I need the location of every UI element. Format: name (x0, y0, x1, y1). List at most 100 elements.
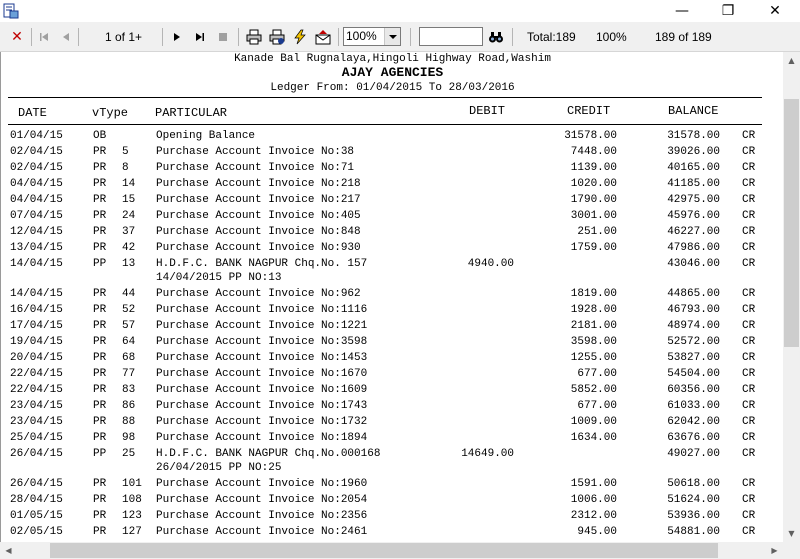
scroll-right-icon[interactable]: ▶ (766, 542, 783, 559)
column-header-debit: DEBIT (469, 104, 506, 118)
close-icon: ✕ (769, 3, 781, 19)
row-voucher-no: 14 (122, 178, 136, 190)
print-setup-button[interactable] (266, 26, 288, 48)
row-date: 23/04/15 (10, 400, 63, 412)
row-dr-cr: CR (742, 242, 756, 254)
row-dr-cr: CR (742, 432, 756, 444)
row-dr-cr: CR (742, 416, 756, 428)
row-dr-cr: CR (742, 510, 756, 522)
company-name: AJAY AGENCIES (341, 65, 444, 80)
row-date: 19/04/15 (10, 336, 63, 348)
row-particular: Purchase Account Invoice No:930 (156, 242, 361, 254)
row-balance: 48974.00 (667, 320, 720, 332)
row-vtype: PP (93, 258, 107, 270)
previous-page-icon (63, 33, 69, 41)
row-credit: 1139.00 (570, 162, 617, 174)
column-header-particular: PARTICULAR (155, 106, 228, 120)
row-particular: Purchase Account Invoice No:2054 (156, 494, 368, 506)
last-page-button[interactable] (189, 26, 211, 48)
row-particular-detail: 26/04/2015 PP NO:25 (156, 462, 282, 474)
maximize-button[interactable]: ❐ (705, 0, 751, 22)
row-particular-detail: 14/04/2015 PP NO:13 (156, 272, 282, 284)
row-vtype: PR (93, 400, 107, 412)
horizontal-scroll-thumb[interactable] (50, 543, 718, 558)
row-particular: Purchase Account Invoice No:1743 (156, 400, 368, 412)
row-credit: 1790.00 (570, 194, 617, 206)
scroll-down-icon[interactable]: ▼ (783, 525, 800, 542)
close-window-button[interactable]: ✕ (752, 0, 798, 22)
print-button[interactable] (243, 26, 265, 48)
row-dr-cr: CR (742, 400, 756, 412)
column-header-credit: CREDIT (567, 104, 611, 118)
find-button[interactable] (485, 26, 507, 48)
row-balance: 54504.00 (667, 368, 720, 380)
row-date: 02/04/15 (10, 146, 63, 158)
row-date: 12/04/15 (10, 226, 63, 238)
row-vtype: PR (93, 336, 107, 348)
row-credit: 31578.00 (564, 130, 617, 142)
row-vtype: PR (93, 416, 107, 428)
toolbar-divider (512, 28, 513, 46)
column-header-rule (8, 124, 762, 125)
row-date: 20/04/15 (10, 352, 63, 364)
row-particular: Purchase Account Invoice No:1609 (156, 384, 368, 396)
row-dr-cr: CR (742, 258, 756, 270)
row-voucher-no: 8 (122, 162, 129, 174)
total-records-label: Total:189 (527, 30, 576, 44)
first-page-button[interactable] (33, 26, 55, 48)
app-report-icon (3, 3, 19, 19)
page-indicator: 1 of 1+ (105, 30, 143, 44)
scroll-up-icon[interactable]: ▲ (783, 52, 800, 69)
maximize-icon: ❐ (721, 3, 735, 19)
row-voucher-no: 86 (122, 400, 136, 412)
refresh-button[interactable] (289, 26, 311, 48)
row-vtype: PR (93, 384, 107, 396)
minimize-button[interactable]: — (659, 0, 705, 22)
row-debit: 14649.00 (461, 448, 514, 460)
vertical-scroll-thumb[interactable] (784, 99, 799, 347)
row-dr-cr: CR (742, 226, 756, 238)
row-dr-cr: CR (742, 336, 756, 348)
report-toolbar: ✕ 1 of 1+ 100% Total:189 100% 189 of 189 (0, 22, 800, 52)
previous-page-button[interactable] (55, 26, 77, 48)
toolbar-divider (78, 28, 79, 46)
row-voucher-no: 88 (122, 416, 136, 428)
row-particular: Purchase Account Invoice No:218 (156, 178, 361, 190)
row-date: 04/04/15 (10, 178, 63, 190)
search-input[interactable] (419, 27, 483, 46)
row-vtype: PR (93, 162, 107, 174)
row-credit: 945.00 (577, 526, 617, 538)
row-date: 17/04/15 (10, 320, 63, 332)
row-date: 01/05/15 (10, 510, 63, 522)
row-credit: 677.00 (577, 400, 617, 412)
row-voucher-no: 101 (122, 478, 142, 490)
scroll-left-icon[interactable]: ◀ (0, 542, 17, 559)
row-balance: 40165.00 (667, 162, 720, 174)
row-credit: 1009.00 (570, 416, 617, 428)
vertical-scrollbar[interactable]: ▲ ▼ (783, 52, 800, 542)
row-credit: 677.00 (577, 368, 617, 380)
row-voucher-no: 13 (122, 258, 136, 270)
row-balance: 61033.00 (667, 400, 720, 412)
row-credit: 1020.00 (570, 178, 617, 190)
row-credit: 3598.00 (570, 336, 617, 348)
stop-button[interactable] (212, 26, 234, 48)
close-report-button[interactable]: ✕ (6, 26, 28, 48)
horizontal-scrollbar[interactable]: ◀ ▶ (0, 542, 783, 559)
row-dr-cr: CR (742, 146, 756, 158)
row-date: 23/04/15 (10, 416, 63, 428)
column-header-balance: BALANCE (668, 104, 719, 118)
export-envelope-icon (315, 30, 331, 45)
next-page-button[interactable] (166, 26, 188, 48)
ledger-date-range: Ledger From: 01/04/2015 To 28/03/2016 (270, 82, 515, 94)
row-particular: Purchase Account Invoice No:2461 (156, 526, 368, 538)
row-vtype: OB (93, 130, 107, 142)
zoom-select[interactable]: 100% (343, 27, 401, 46)
row-voucher-no: 57 (122, 320, 136, 332)
row-dr-cr: CR (742, 210, 756, 222)
export-button[interactable] (312, 26, 334, 48)
printer-setup-icon (269, 29, 285, 45)
toolbar-divider (162, 28, 163, 46)
chevron-down-icon[interactable] (384, 28, 400, 45)
row-particular: Purchase Account Invoice No:1453 (156, 352, 368, 364)
